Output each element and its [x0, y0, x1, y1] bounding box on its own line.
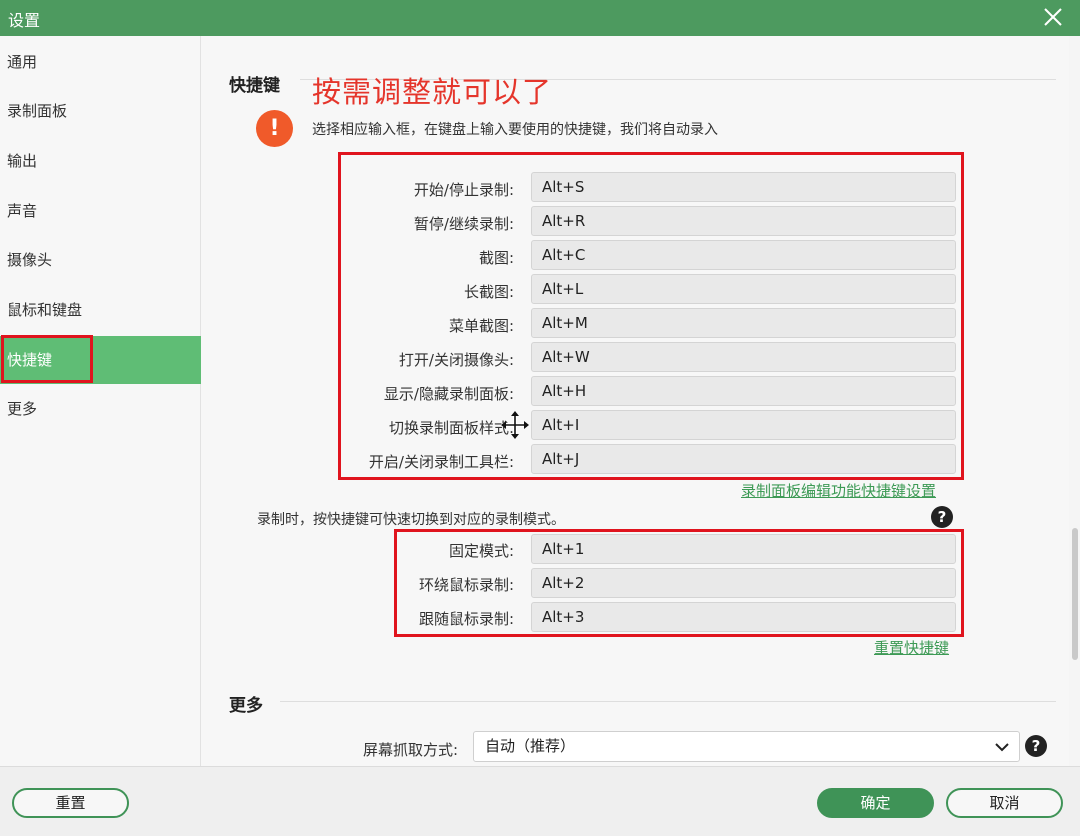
chevron-down-icon [995, 743, 1009, 752]
sidebar-item-mouse-keyboard[interactable]: 鼠标和键盘 [0, 286, 201, 334]
sidebar-item-output[interactable]: 输出 [0, 137, 201, 185]
shortcut-label-follow-mouse: 跟随鼠标录制: [418, 610, 514, 628]
shortcut-label-toggle-panel: 显示/隐藏录制面板: [383, 385, 514, 403]
shortcut-label-around-mouse: 环绕鼠标录制: [418, 576, 514, 594]
ok-button[interactable]: 确定 [817, 788, 934, 818]
reset-shortcuts-link[interactable]: 重置快捷键 [874, 637, 949, 658]
shortcut-input-pause-resume[interactable]: Alt+R [531, 206, 956, 236]
shortcut-input-toggle-camera[interactable]: Alt+W [531, 342, 956, 372]
sidebar-item-camera[interactable]: 摄像头 [0, 236, 201, 284]
shortcut-input-screenshot[interactable]: Alt+C [531, 240, 956, 270]
sidebar-item-record-panel[interactable]: 录制面板 [0, 87, 201, 135]
panel-edit-shortcut-link[interactable]: 录制面板编辑功能快捷键设置 [741, 480, 936, 501]
sidebar: 通用 录制面板 输出 声音 摄像头 鼠标和键盘 快捷键 更多 [0, 36, 201, 766]
shortcut-input-fixed-mode[interactable]: Alt+1 [531, 534, 956, 564]
shortcut-input-menu-screenshot[interactable]: Alt+M [531, 308, 956, 338]
shortcut-label-pause-resume: 暂停/继续录制: [413, 215, 514, 233]
scrollbar[interactable] [1072, 528, 1078, 660]
sidebar-item-general[interactable]: 通用 [0, 38, 201, 86]
shortcut-label-panel-style: 切换录制面板样式: [388, 419, 514, 437]
shortcut-label-start-stop: 开始/停止录制: [413, 181, 514, 199]
sidebar-item-audio[interactable]: 声音 [0, 187, 201, 235]
move-cursor-icon [501, 411, 529, 439]
shortcut-label-toggle-camera: 打开/关闭摄像头: [398, 351, 514, 369]
sidebar-highlight-box [1, 335, 93, 383]
shortcut-input-start-stop[interactable]: Alt+S [531, 172, 956, 202]
shortcut-label-fixed-mode: 固定模式: [448, 542, 514, 560]
shortcut-input-long-screenshot[interactable]: Alt+L [531, 274, 956, 304]
capture-method-value: 自动（推荐） [485, 737, 576, 755]
shortcut-input-panel-style[interactable]: Alt+I [531, 410, 956, 440]
shortcut-input-around-mouse[interactable]: Alt+2 [531, 568, 956, 598]
shortcut-input-toggle-toolbar[interactable]: Alt+J [531, 444, 956, 474]
warning-icon: ! [256, 110, 293, 147]
cancel-button[interactable]: 取消 [946, 788, 1063, 818]
close-icon[interactable] [1040, 4, 1066, 30]
shortcut-label-menu-screenshot: 菜单截图: [448, 317, 514, 335]
shortcut-hint: 选择相应输入框，在键盘上输入要使用的快捷键，我们将自动录入 [312, 122, 718, 138]
help-icon[interactable]: ? [1025, 735, 1047, 757]
shortcut-input-toggle-panel[interactable]: Alt+H [531, 376, 956, 406]
shortcut-label-toggle-toolbar: 开启/关闭录制工具栏: [368, 453, 514, 471]
window-title: 设置 [8, 11, 41, 30]
section-title-shortcuts: 快捷键 [229, 76, 280, 96]
capture-method-select[interactable]: 自动（推荐） [473, 731, 1020, 762]
help-icon[interactable]: ? [931, 506, 953, 528]
shortcut-input-follow-mouse[interactable]: Alt+3 [531, 602, 956, 632]
section-divider [280, 701, 1056, 702]
section-title-more: 更多 [229, 696, 263, 716]
sidebar-item-more[interactable]: 更多 [0, 385, 201, 433]
record-mode-note: 录制时，按快捷键可快速切换到对应的录制模式。 [257, 512, 565, 528]
title-bar: 设置 [0, 0, 1080, 36]
capture-method-label: 屏幕抓取方式: [362, 741, 458, 759]
annotation-text: 按需调整就可以了 [312, 75, 553, 109]
reset-button[interactable]: 重置 [12, 788, 129, 818]
shortcut-label-screenshot: 截图: [478, 249, 514, 267]
shortcut-label-long-screenshot: 长截图: [463, 283, 514, 301]
